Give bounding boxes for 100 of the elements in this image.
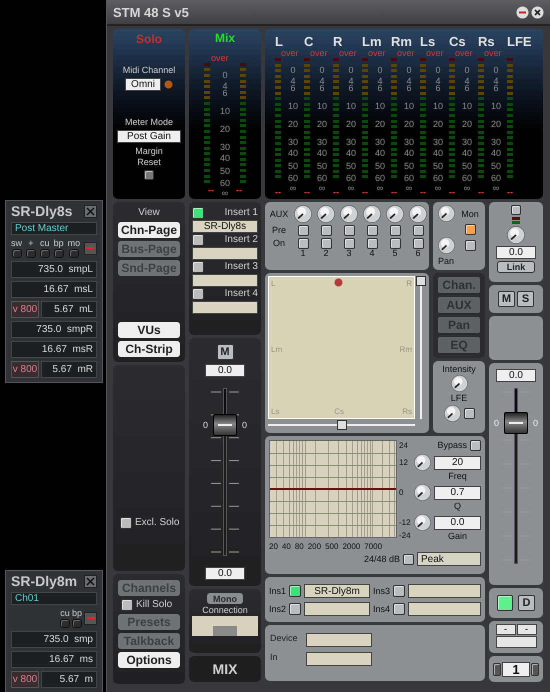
insert-toggle[interactable]	[192, 207, 204, 219]
knob[interactable]	[507, 226, 525, 244]
channel-number-field[interactable]: 1	[502, 662, 530, 676]
value-field[interactable]: 735.0 smpR	[11, 321, 97, 338]
knob[interactable]	[294, 205, 312, 223]
slider-thumb[interactable]	[416, 276, 426, 286]
knob[interactable]	[450, 375, 468, 392]
toggle-button[interactable]	[84, 612, 97, 625]
checkbox[interactable]	[121, 599, 133, 611]
value-field[interactable]: 735.0 smp	[11, 631, 97, 648]
gain-field[interactable]: 0.0	[205, 364, 245, 377]
pre-toggle[interactable]	[412, 225, 424, 236]
preset-field[interactable]: Ch01	[11, 592, 97, 606]
value-field[interactable]: 16.67 msR	[11, 341, 97, 358]
velocity-field[interactable]: v 800	[11, 301, 39, 318]
velocity-field[interactable]: v 800	[11, 361, 39, 378]
meter-mode-field[interactable]: Post Gain	[117, 130, 181, 144]
value-field[interactable]: 735.0 smpL	[11, 261, 97, 278]
round-switch[interactable]	[40, 249, 50, 258]
value-field[interactable]: 16.67 ms	[11, 651, 97, 668]
insert-slot-field[interactable]: SR-Dly8m	[304, 584, 370, 598]
pan-puck[interactable]	[334, 278, 344, 287]
knob[interactable]	[414, 514, 431, 531]
knob[interactable]	[409, 205, 427, 223]
close-button[interactable]	[84, 204, 97, 218]
input-field[interactable]	[306, 652, 372, 666]
velocity-field[interactable]: v 800	[11, 671, 39, 688]
mute-button[interactable]: M	[216, 344, 234, 360]
checkbox[interactable]	[120, 517, 132, 529]
pre-toggle[interactable]	[298, 225, 308, 236]
range-toggle[interactable]	[403, 554, 414, 565]
toggle-button[interactable]	[84, 242, 97, 255]
active-toggle[interactable]	[497, 595, 513, 611]
round-switch[interactable]	[68, 249, 79, 258]
knob[interactable]	[444, 404, 460, 422]
eq-value-field[interactable]: 0.7	[434, 486, 481, 500]
fader-value-field[interactable]: 0.0	[205, 567, 245, 580]
insert-slot-field[interactable]	[192, 247, 258, 260]
slider-thumb[interactable]	[336, 420, 346, 430]
solo-button[interactable]: S	[517, 291, 534, 307]
minimize-icon[interactable]	[516, 6, 529, 18]
value-field[interactable]: 5.67 mL	[41, 301, 97, 318]
page-tab[interactable]: Chn-Page	[118, 222, 180, 238]
view-toggle-button[interactable]: VUs	[118, 322, 180, 338]
pre-toggle[interactable]	[366, 225, 378, 236]
name-field[interactable]	[496, 636, 536, 648]
link-value-field[interactable]: 0.0	[496, 246, 536, 259]
filter-type-field[interactable]: Peak	[417, 552, 481, 566]
value-field[interactable]: 16.67 msL	[11, 281, 97, 298]
knob[interactable]	[438, 205, 454, 222]
knob[interactable]	[340, 205, 358, 223]
bypass-toggle[interactable]	[470, 440, 481, 451]
menu-button[interactable]: Options	[118, 652, 180, 668]
link-toggle[interactable]	[511, 205, 521, 215]
close-button[interactable]	[84, 574, 97, 588]
insert-slot-toggle[interactable]	[393, 603, 406, 615]
knob[interactable]	[363, 205, 381, 223]
pre-toggle[interactable]	[390, 225, 400, 236]
monitor-toggle[interactable]	[464, 224, 476, 236]
on-toggle[interactable]	[390, 238, 400, 249]
midi-channel-field[interactable]: Omni	[125, 78, 161, 92]
round-switch[interactable]	[26, 249, 36, 258]
knob[interactable]	[438, 237, 454, 254]
on-toggle[interactable]	[320, 238, 332, 249]
increment-button[interactable]	[531, 662, 539, 676]
link-button[interactable]: Link	[497, 261, 535, 273]
on-toggle[interactable]	[298, 238, 308, 249]
fader-value-field[interactable]: 0.0	[496, 369, 536, 382]
reset-button[interactable]	[144, 170, 154, 180]
preset-field[interactable]: Post Master	[11, 222, 97, 236]
insert-slot-field[interactable]	[192, 301, 258, 314]
on-toggle[interactable]	[344, 238, 354, 249]
round-switch[interactable]	[60, 619, 70, 628]
value-field[interactable]: 5.67 m	[41, 671, 97, 688]
on-toggle[interactable]	[366, 238, 378, 249]
insert-slot-field[interactable]	[304, 602, 370, 616]
insert-slot-field[interactable]	[408, 602, 481, 616]
insert-toggle[interactable]	[192, 234, 204, 246]
knob[interactable]	[414, 484, 431, 501]
mute-button[interactable]: M	[498, 291, 515, 307]
decrement-button[interactable]	[493, 662, 501, 676]
knob[interactable]	[317, 205, 335, 223]
pre-toggle[interactable]	[320, 225, 332, 236]
insert-toggle[interactable]	[192, 261, 204, 273]
insert-slot-toggle[interactable]	[289, 603, 302, 615]
dash-field[interactable]: -	[496, 624, 516, 635]
dash-field[interactable]: -	[516, 624, 536, 635]
knob[interactable]	[414, 454, 431, 471]
round-switch[interactable]	[54, 249, 64, 258]
insert-slot-field[interactable]: SR-Dly8s	[192, 220, 258, 233]
device-field[interactable]	[306, 633, 372, 647]
insert-slot-field[interactable]	[408, 584, 481, 598]
pan-toggle[interactable]	[464, 240, 476, 252]
value-field[interactable]: 5.67 mR	[41, 361, 97, 378]
fader-thumb[interactable]	[213, 414, 237, 436]
fader-thumb[interactable]	[504, 412, 528, 434]
pre-toggle[interactable]	[344, 225, 354, 236]
insert-slot-field[interactable]	[192, 274, 258, 287]
close-icon[interactable]	[531, 6, 544, 18]
insert-slot-toggle[interactable]	[393, 585, 406, 597]
